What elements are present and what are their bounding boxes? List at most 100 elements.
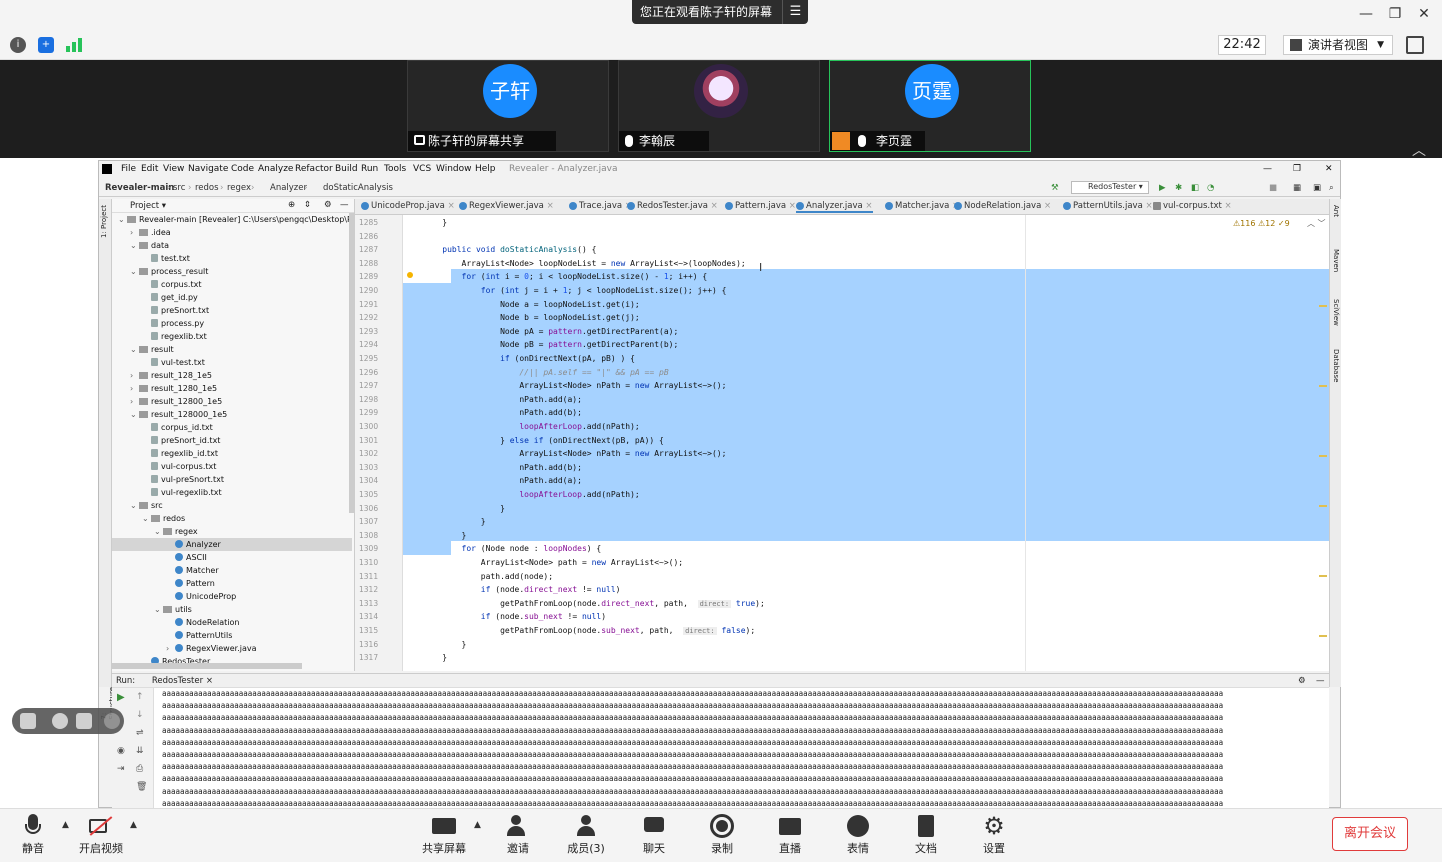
tree-item[interactable]: › result_1280_1e5 (112, 382, 352, 395)
fullscreen-icon[interactable] (1406, 36, 1424, 54)
shield-icon[interactable]: + (38, 37, 54, 53)
video-options-caret-icon[interactable]: ▲ (130, 820, 137, 830)
menu-build[interactable]: Build (335, 164, 358, 174)
menu-file[interactable]: File (121, 164, 136, 174)
menu-edit[interactable]: Edit (141, 164, 158, 174)
hide-panel-icon[interactable]: — (340, 200, 349, 210)
close-tab-icon[interactable]: × (1143, 201, 1153, 211)
code-editor[interactable]: } public void doStaticAnalysis() { Array… (403, 215, 1329, 671)
run-icon[interactable]: ▶ (1159, 183, 1166, 193)
side-tab-database[interactable]: Database (1332, 349, 1340, 382)
expand-arrow-icon[interactable]: ⌄ (130, 499, 139, 512)
participant-tile-active[interactable]: 页霆 李页霆 (829, 60, 1031, 152)
members-button[interactable]: 成员(3) (564, 808, 608, 862)
expand-arrow-icon[interactable]: ⌄ (118, 213, 127, 226)
search-icon[interactable]: ⌕ (1329, 183, 1334, 193)
expand-arrow-icon[interactable]: › (130, 382, 139, 395)
editor-tab[interactable]: NodeRelation.java × (954, 201, 1051, 211)
close-tab-icon[interactable]: × (1041, 201, 1051, 211)
expand-arrow-icon[interactable]: ⌄ (130, 343, 139, 356)
banner-menu-icon[interactable]: ☰ (782, 0, 808, 24)
profile-icon[interactable]: ◔ (1207, 183, 1214, 193)
settings-button[interactable]: ⚙ 设置 (976, 808, 1012, 862)
chat-button[interactable]: 聊天 (636, 808, 672, 862)
editor-tab[interactable]: vul-corpus.txt × (1153, 201, 1232, 211)
audio-options-caret-icon[interactable]: ▲ (62, 820, 69, 830)
view-mode-dropdown[interactable]: 演讲者视图 ▼ (1283, 35, 1393, 55)
tree-item[interactable]: ASCII (112, 551, 352, 564)
editor-tab[interactable]: UnicodeProp.java × (361, 201, 455, 211)
tree-item[interactable]: vul-corpus.txt (112, 460, 352, 473)
editor-tab[interactable]: PatternUtils.java × (1063, 201, 1153, 211)
intention-bulb-icon[interactable] (407, 272, 413, 278)
breadcrumb-analyzer[interactable]: Analyzer (270, 183, 307, 193)
ide-close-icon[interactable]: ✕ (1325, 164, 1333, 174)
locate-icon[interactable]: ⊕ (288, 200, 295, 210)
info-icon[interactable]: i (10, 37, 26, 53)
expand-arrow-icon[interactable]: › (166, 642, 175, 655)
menu-help[interactable]: Help (475, 164, 496, 174)
close-icon[interactable]: ✕ (1414, 6, 1434, 22)
run-output[interactable]: aaaaaaaaaaaaaaaaaaaaaaaaaaaaaaaaaaaaaaaa… (162, 688, 1312, 810)
menu-tools[interactable]: Tools (384, 164, 406, 174)
gear-icon[interactable]: ⚙ (1298, 676, 1306, 686)
tree-item[interactable]: vul-preSnort.txt (112, 473, 352, 486)
start-video-button[interactable]: 开启视频 (76, 808, 126, 862)
breadcrumb-project[interactable]: Revealer-main (105, 183, 174, 193)
menu-vcs[interactable]: VCS (413, 164, 431, 174)
expand-arrow-icon[interactable]: ⌄ (130, 408, 139, 421)
menu-code[interactable]: Code (231, 164, 254, 174)
inspection-summary[interactable]: ⚠116 ⚠12 ✓9 (1233, 219, 1290, 228)
tree-item[interactable]: Matcher (112, 564, 352, 577)
side-tab-ant[interactable]: Ant (1332, 205, 1340, 217)
tree-item[interactable]: preSnort_id.txt (112, 434, 352, 447)
exit-icon[interactable]: ⇥ (117, 764, 125, 774)
live-button[interactable]: 直播 (772, 808, 808, 862)
tree-item[interactable]: ⌄ result_128000_1e5 (112, 408, 352, 421)
tree-item[interactable]: preSnort.txt (112, 304, 352, 317)
close-tab-icon[interactable]: × (544, 201, 554, 211)
horizontal-scrollbar[interactable] (112, 663, 302, 669)
tree-item[interactable]: ⌄ data (112, 239, 352, 252)
side-tab-project[interactable]: 1: Project (100, 205, 108, 238)
tree-item[interactable]: vul-test.txt (112, 356, 352, 369)
invite-button[interactable]: 邀请 (500, 808, 536, 862)
breadcrumb-method[interactable]: doStaticAnalysis (323, 183, 393, 193)
expand-arrow-icon[interactable]: ⌄ (154, 603, 163, 616)
collapse-strip-icon[interactable]: ︿ (1412, 140, 1426, 160)
error-stripe[interactable] (1319, 245, 1327, 665)
layout-icon[interactable]: ▣ (1313, 183, 1321, 193)
collapse-all-icon[interactable]: ⇕ (304, 200, 311, 210)
share-options-caret-icon[interactable]: ▲ (474, 820, 481, 830)
tree-item[interactable]: ⌄ result (112, 343, 352, 356)
tree-item[interactable]: ⌄ src (112, 499, 352, 512)
scroll-to-end-icon[interactable]: ⇊ (136, 746, 144, 756)
side-tab-maven[interactable]: Maven (1332, 249, 1340, 272)
ide-minimize-icon[interactable]: — (1263, 164, 1272, 174)
inspection-nav-icon[interactable]: ︿ ﹀ (1307, 218, 1326, 229)
rerun-icon[interactable]: ▶ (117, 692, 125, 703)
tree-item[interactable]: NodeRelation (112, 616, 352, 629)
stop-icon[interactable]: ■ (1269, 183, 1277, 193)
tree-item[interactable]: regexlib_id.txt (112, 447, 352, 460)
expand-arrow-icon[interactable]: › (130, 395, 139, 408)
tree-item[interactable]: corpus.txt (112, 278, 352, 291)
participant-tile[interactable]: 子轩 陈子轩的屏幕共享 (407, 60, 609, 152)
tree-item[interactable]: ⌄ process_result (112, 265, 352, 278)
tree-item[interactable]: test.txt (112, 252, 352, 265)
editor-tab[interactable]: RedosTester.java × (627, 201, 718, 211)
menu-analyze[interactable]: Analyze (258, 164, 293, 174)
record-button[interactable]: 录制 (704, 808, 740, 862)
tree-item[interactable]: process.py (112, 317, 352, 330)
tree-item[interactable]: corpus_id.txt (112, 421, 352, 434)
vertical-scrollbar[interactable] (349, 213, 354, 513)
participant-tile[interactable]: 李翰辰 (618, 60, 820, 152)
signal-icon[interactable] (66, 38, 82, 52)
reactions-button[interactable]: 表情 (840, 808, 876, 862)
editor-tab[interactable]: RegexViewer.java × (459, 201, 554, 211)
coverage-icon[interactable]: ◧ (1191, 183, 1199, 193)
editor-tab[interactable]: Trace.java × (569, 201, 632, 211)
tree-item[interactable]: ⌄ regex (112, 525, 352, 538)
tree-item[interactable]: ⌄ redos (112, 512, 352, 525)
editor-tab[interactable]: Pattern.java × (725, 201, 796, 211)
